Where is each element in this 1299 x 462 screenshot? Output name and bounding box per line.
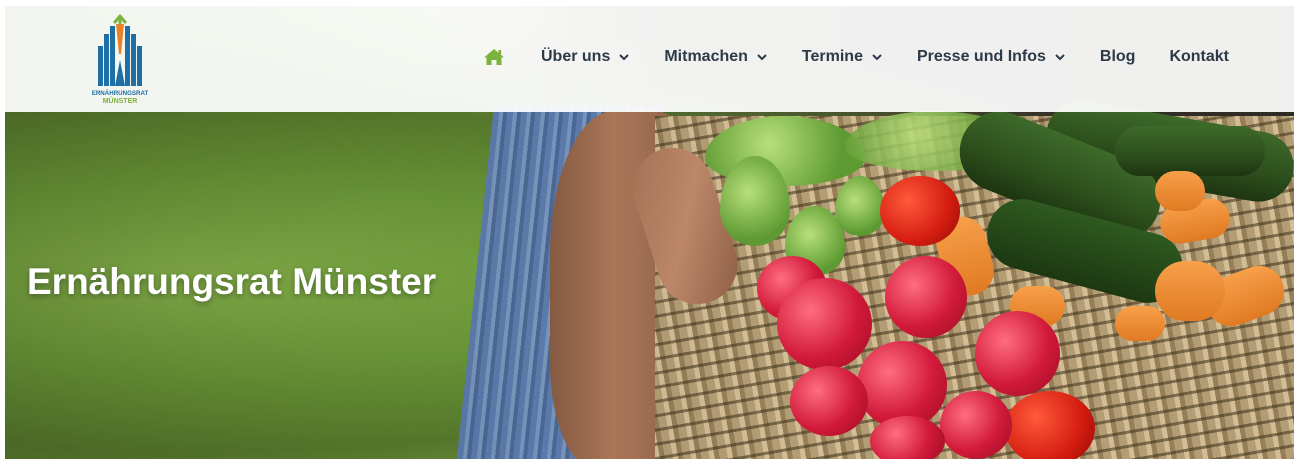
home-icon <box>484 49 504 65</box>
nav-item-label: Presse und Infos <box>916 48 1046 65</box>
nav-item-blog[interactable]: Blog <box>1100 48 1136 66</box>
nav-item-label: Über uns <box>541 48 611 65</box>
nav-item-ueber-uns[interactable]: Über uns <box>541 48 630 66</box>
nav-item-mitmachen[interactable]: Mitmachen <box>664 48 768 66</box>
nav-item-termine[interactable]: Termine <box>802 48 883 66</box>
chevron-down-icon <box>1055 54 1065 61</box>
chevron-down-icon <box>872 54 882 61</box>
hero-title: Ernährungsrat Münster <box>27 261 437 302</box>
nav-home[interactable] <box>483 48 505 66</box>
nav-item-label: Termine <box>801 48 863 65</box>
nav-item-presse-und-infos[interactable]: Presse und Infos <box>917 48 1066 66</box>
site-logo[interactable]: ERNÄHRUNGSRAT MÜNSTER <box>87 12 153 106</box>
chevron-down-icon <box>619 54 630 61</box>
nav-item-kontakt[interactable]: Kontakt <box>1169 48 1229 66</box>
logo-graphic: ERNÄHRUNGSRAT MÜNSTER <box>92 14 149 105</box>
logo-text-line1: ERNÄHRUNGSRAT <box>92 90 149 97</box>
nav-item-label: Mitmachen <box>664 48 748 65</box>
nav-item-label: Kontakt <box>1169 48 1230 65</box>
main-nav: Über uns Mitmachen Termine Presse und In… <box>483 42 1229 72</box>
page-frame: ERNÄHRUNGSRAT MÜNSTER Über uns Mitmachen… <box>5 6 1294 459</box>
chevron-down-icon <box>757 54 767 61</box>
logo-text-line2: MÜNSTER <box>103 96 138 105</box>
site-header: ERNÄHRUNGSRAT MÜNSTER Über uns Mitmachen… <box>5 6 1294 112</box>
nav-item-label: Blog <box>1099 48 1136 65</box>
